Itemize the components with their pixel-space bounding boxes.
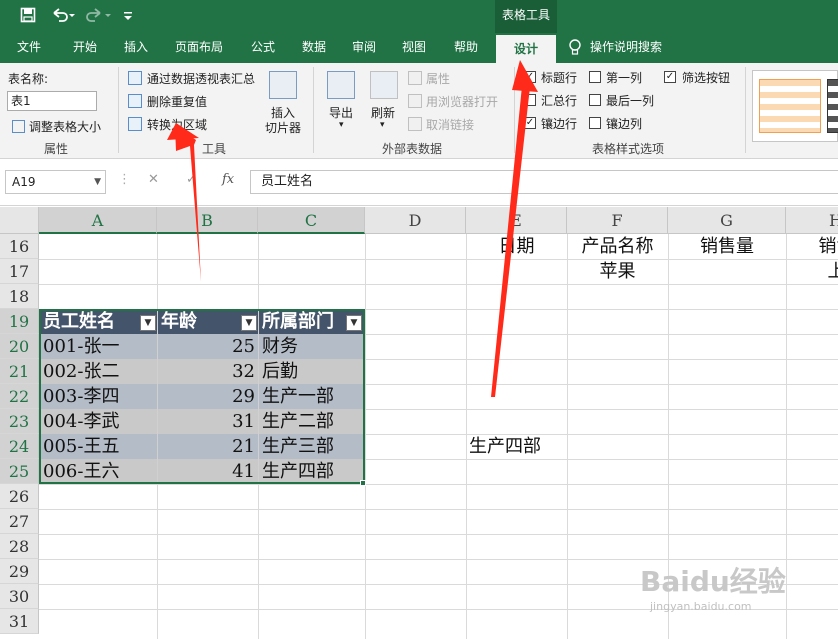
red-arrow-icon — [175, 126, 201, 282]
baidu-watermark-url: jingyan.baidu.com — [650, 600, 752, 613]
red-arrowhead-icon — [167, 123, 199, 140]
baidu-watermark: Baidu经验 — [640, 565, 786, 598]
red-arrow-icon — [491, 86, 530, 397]
red-arrowhead-icon — [512, 60, 538, 92]
annotation-arrow-convert — [167, 60, 538, 397]
